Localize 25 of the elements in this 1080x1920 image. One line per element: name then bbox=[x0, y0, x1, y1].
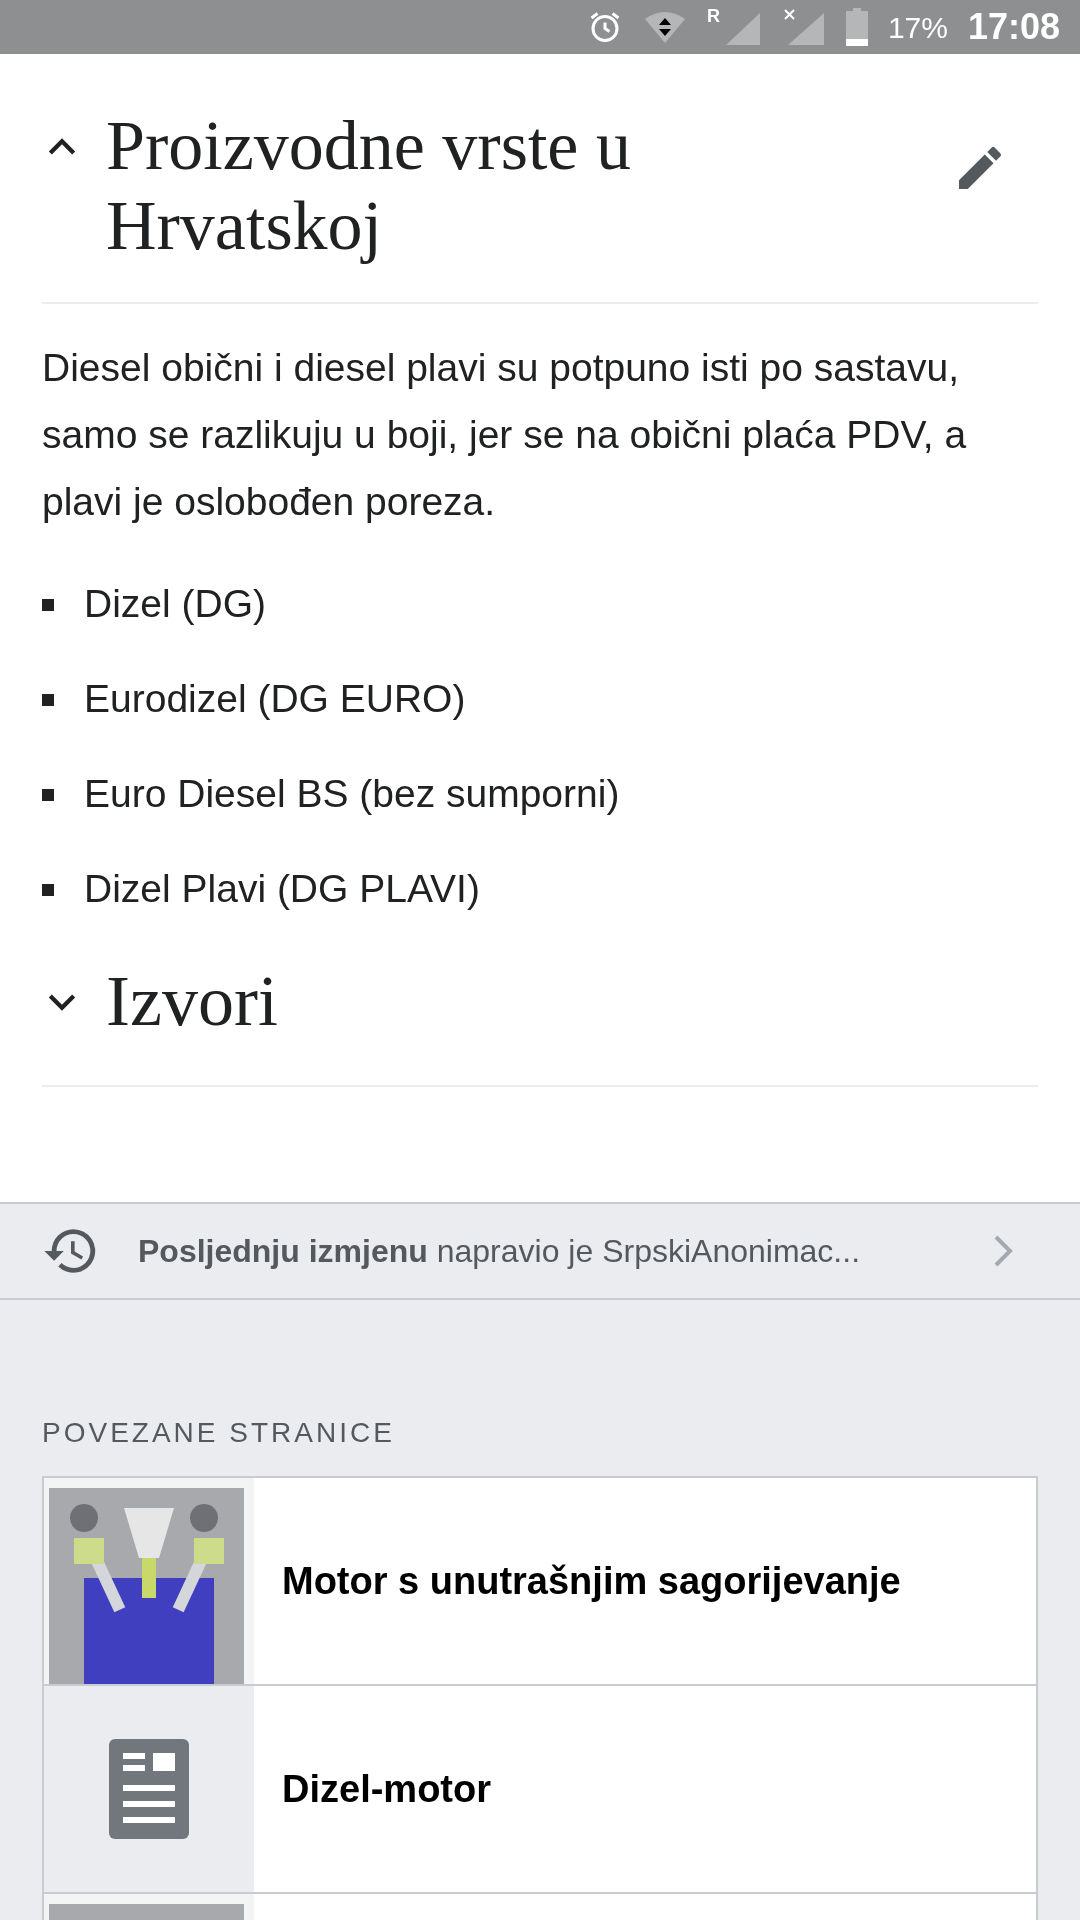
paragraph: Diesel obični i diesel plavi su potpuno isti po sastavu, samo se razlikuju u boji, jer se na obični plaća PDV, a plavi je oslobođen poreza. bbox=[42, 345, 968, 525]
related-heading: POVEZANE STRANICE bbox=[42, 1416, 396, 1450]
related-page-title: Dizel-motor bbox=[282, 1766, 491, 1812]
battery-icon bbox=[845, 8, 868, 46]
bullet-icon bbox=[42, 883, 54, 896]
bullet-icon bbox=[42, 598, 54, 611]
list-item: Dizel (DG) bbox=[84, 581, 266, 628]
related-page-card[interactable]: Dizel-motor bbox=[44, 1686, 1036, 1894]
bullet-icon bbox=[42, 788, 54, 801]
section-heading: Proizvodne vrste u Hrvatskoj bbox=[106, 106, 632, 266]
related-page-title: Motor s unutrašnjim sagorijevanje bbox=[282, 1558, 901, 1604]
list-item: Eurodizel (DG EURO) bbox=[84, 676, 466, 723]
section-heading: Izvori bbox=[106, 960, 278, 1043]
battery-level: 17% bbox=[887, 9, 948, 46]
related-page-card[interactable]: Motor s unutrašnjim sagorijevanje bbox=[44, 1478, 1036, 1686]
signal-icon bbox=[781, 7, 826, 47]
clock: 17:08 bbox=[967, 5, 1060, 49]
list-item: Euro Diesel BS (bez sumporni) bbox=[84, 771, 620, 818]
bullet-icon bbox=[42, 693, 54, 706]
last-edit-text: Posljednju izmjenu napravio je SrpskiAnonimac... bbox=[138, 1232, 860, 1271]
document-icon bbox=[109, 1739, 189, 1839]
wifi-icon bbox=[642, 9, 687, 45]
roaming-indicator: R bbox=[706, 7, 720, 25]
last-edit-bar[interactable]: Posljednju izmjenu napravio je SrpskiAnonimac... bbox=[0, 1204, 1080, 1300]
list-item: Dizel Plavi (DG PLAVI) bbox=[84, 866, 480, 913]
